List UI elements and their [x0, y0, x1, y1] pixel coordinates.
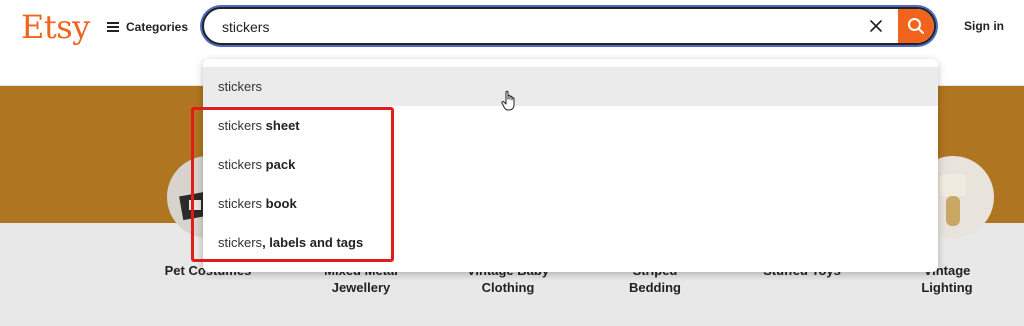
- close-icon[interactable]: [868, 18, 884, 34]
- search-icon: [908, 18, 924, 34]
- menu-icon: [107, 22, 119, 32]
- search-bar: [202, 7, 936, 45]
- hand-pointer-icon: [500, 90, 518, 112]
- search-input[interactable]: [220, 9, 864, 43]
- suggestion-item[interactable]: stickers: [203, 67, 938, 106]
- etsy-page: Pet Costumes Mixed MetalJewellery Vintag…: [0, 0, 1024, 326]
- search-button[interactable]: [898, 9, 934, 43]
- annotation-highlight-box: [191, 107, 394, 262]
- etsy-logo[interactable]: Etsy: [21, 8, 90, 46]
- categories-button[interactable]: Categories: [107, 18, 188, 36]
- sign-in-link[interactable]: Sign in: [964, 19, 1004, 33]
- categories-label: Categories: [126, 20, 189, 34]
